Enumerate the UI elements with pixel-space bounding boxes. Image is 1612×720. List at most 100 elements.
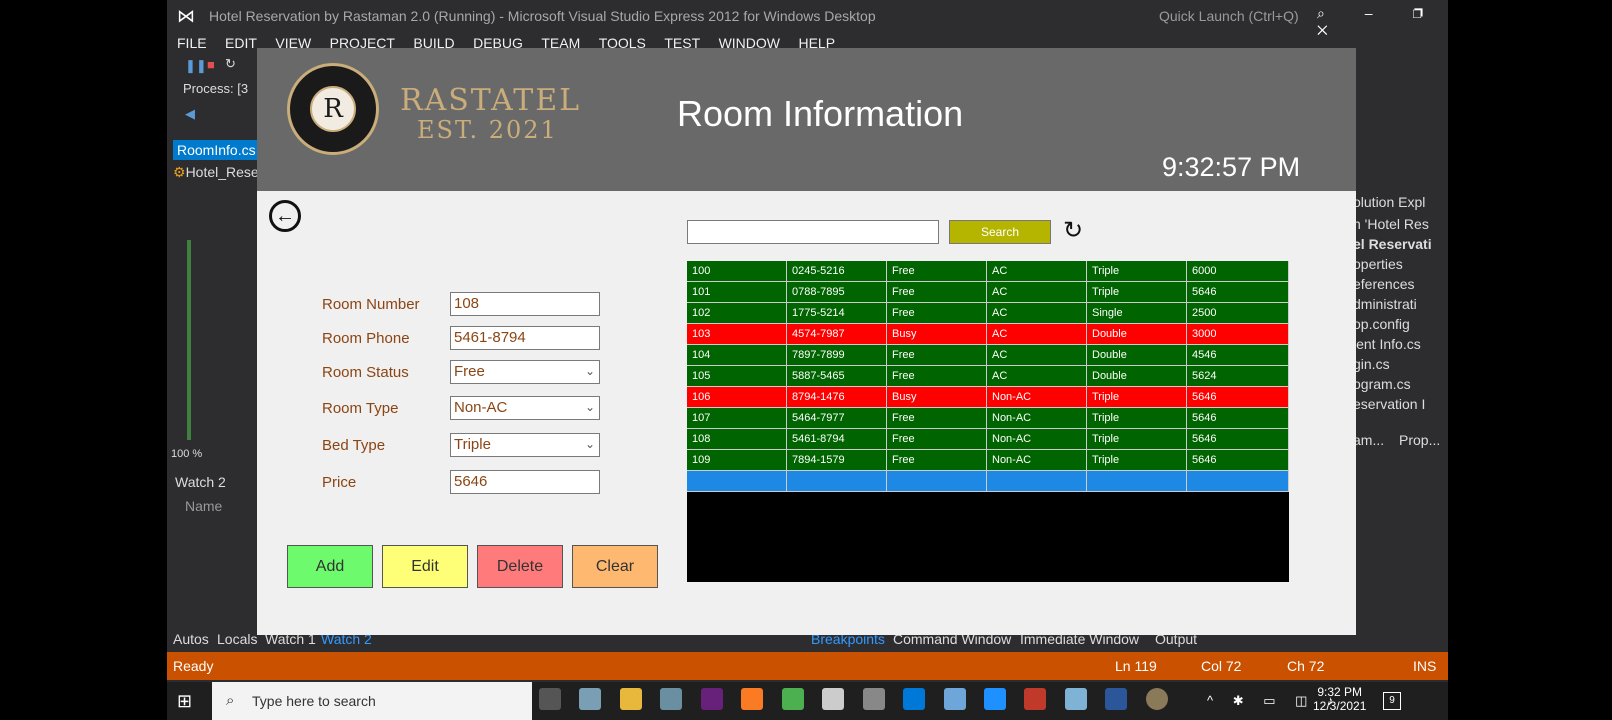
room-number-cell[interactable]: 106: [687, 387, 787, 407]
edit-button[interactable]: Edit: [382, 545, 468, 588]
price-cell[interactable]: 2500: [1187, 303, 1289, 323]
room-number-cell[interactable]: 105: [687, 366, 787, 386]
table-row[interactable]: 102 1775-5214 Free AC Single 2500: [687, 303, 1289, 324]
process-dropdown[interactable]: [3: [237, 81, 248, 96]
xampp-icon[interactable]: [741, 688, 764, 710]
table-row[interactable]: 108 5461-8794 Free Non-AC Triple 5646: [687, 429, 1289, 450]
room-type-cell[interactable]: Non-AC: [987, 429, 1087, 449]
room-phone-cell[interactable]: 7897-7899: [787, 345, 887, 365]
bed-type-cell[interactable]: Triple: [1087, 450, 1187, 470]
room-number-cell[interactable]: 103: [687, 324, 787, 344]
price-cell[interactable]: 5646: [1187, 450, 1289, 470]
bed-type-cell[interactable]: Triple: [1087, 282, 1187, 302]
room-number-cell[interactable]: 104: [687, 345, 787, 365]
empty-cell[interactable]: [687, 471, 787, 491]
room-type-cell[interactable]: AC: [987, 366, 1087, 386]
app-icon-1[interactable]: [579, 688, 602, 710]
room-number-cell[interactable]: 100: [687, 261, 787, 281]
tab-autos[interactable]: Autos: [173, 631, 209, 647]
room-status-cell[interactable]: Free: [887, 408, 987, 428]
bed-type-cell[interactable]: Single: [1087, 303, 1187, 323]
calculator-icon[interactable]: [822, 688, 845, 710]
room-phone-input[interactable]: 5461-8794: [450, 326, 600, 350]
price-cell[interactable]: 3000: [1187, 324, 1289, 344]
room-number-cell[interactable]: 101: [687, 282, 787, 302]
app-icon-5[interactable]: [1024, 688, 1047, 710]
room-type-select[interactable]: Non-AC ⌄: [450, 396, 600, 420]
zoom-level[interactable]: 100 %: [171, 448, 202, 460]
table-row[interactable]: 104 7897-7899 Free AC Double 4546: [687, 345, 1289, 366]
price-cell[interactable]: 5646: [1187, 408, 1289, 428]
chrome-icon[interactable]: [781, 688, 804, 710]
bed-type-cell[interactable]: Triple: [1087, 408, 1187, 428]
price-cell[interactable]: 5646: [1187, 282, 1289, 302]
room-status-cell[interactable]: Free: [887, 303, 987, 323]
room-type-cell[interactable]: AC: [987, 303, 1087, 323]
room-phone-cell[interactable]: 7894-1579: [787, 450, 887, 470]
room-status-select[interactable]: Free ⌄: [450, 360, 600, 384]
room-phone-cell[interactable]: 4574-7987: [787, 324, 887, 344]
app-icon-6[interactable]: [1064, 688, 1087, 710]
bed-type-cell[interactable]: Double: [1087, 366, 1187, 386]
word-icon[interactable]: [1105, 688, 1128, 710]
room-status-cell[interactable]: Free: [887, 282, 987, 302]
clear-button[interactable]: Clear: [572, 545, 658, 588]
restart-icon[interactable]: ↻: [225, 56, 236, 72]
room-status-cell[interactable]: Free: [887, 366, 987, 386]
program-item[interactable]: ogram.cs: [1353, 376, 1411, 392]
bed-type-cell[interactable]: Double: [1087, 324, 1187, 344]
back-arrow-icon[interactable]: ←: [269, 200, 301, 232]
bed-type-cell[interactable]: Triple: [1087, 429, 1187, 449]
table-row[interactable]: 103 4574-7987 Busy AC Double 3000: [687, 324, 1289, 345]
notification-icon[interactable]: 9: [1383, 692, 1401, 710]
room-status-cell[interactable]: Busy: [887, 387, 987, 407]
client-info-item[interactable]: ient Info.cs: [1353, 336, 1421, 352]
room-number-cell[interactable]: 109: [687, 450, 787, 470]
room-type-cell[interactable]: Non-AC: [987, 387, 1087, 407]
table-row[interactable]: 101 0788-7895 Free AC Triple 5646: [687, 282, 1289, 303]
stop-icon[interactable]: ■: [207, 57, 215, 72]
administration-item[interactable]: dministrati: [1353, 296, 1417, 312]
room-number-input[interactable]: 108: [450, 292, 600, 316]
app-icon-2[interactable]: [660, 688, 683, 710]
team-explorer-tab[interactable]: am...: [1353, 432, 1384, 448]
room-type-cell[interactable]: AC: [987, 261, 1087, 281]
search-button[interactable]: Search: [949, 220, 1051, 244]
add-button[interactable]: Add: [287, 545, 373, 588]
room-type-cell[interactable]: AC: [987, 324, 1087, 344]
bed-type-cell[interactable]: Double: [1087, 345, 1187, 365]
room-status-cell[interactable]: Free: [887, 345, 987, 365]
room-type-cell[interactable]: Non-AC: [987, 408, 1087, 428]
login-item[interactable]: gin.cs: [1353, 356, 1390, 372]
app-icon-3[interactable]: [862, 688, 885, 710]
task-view-icon[interactable]: [539, 688, 561, 710]
price-cell[interactable]: 5646: [1187, 387, 1289, 407]
bed-type-cell[interactable]: Triple: [1087, 387, 1187, 407]
taskbar-clock[interactable]: 9:32 PM 12/3/2021: [1313, 685, 1366, 713]
app-config-item[interactable]: op.config: [1353, 316, 1410, 332]
room-status-cell[interactable]: Free: [887, 261, 987, 281]
refresh-icon[interactable]: ↻: [1063, 219, 1087, 244]
references-item[interactable]: eferences: [1353, 276, 1414, 292]
room-type-cell[interactable]: AC: [987, 282, 1087, 302]
room-type-cell[interactable]: AC: [987, 345, 1087, 365]
app-icon-4[interactable]: [943, 688, 966, 710]
empty-cell[interactable]: [1187, 471, 1289, 491]
solution-item[interactable]: n 'Hotel Res: [1353, 216, 1429, 232]
properties-tab[interactable]: Prop...: [1399, 432, 1440, 448]
app-icon-7[interactable]: [1145, 688, 1168, 710]
price-cell[interactable]: 4546: [1187, 345, 1289, 365]
room-status-cell[interactable]: Free: [887, 450, 987, 470]
menu-file[interactable]: FILE: [177, 32, 207, 54]
delete-button[interactable]: Delete: [477, 545, 563, 588]
empty-cell[interactable]: [887, 471, 987, 491]
windows-start-icon[interactable]: ⊞: [177, 692, 195, 710]
nav-bar-class-dropdown[interactable]: ⚙Hotel_Rese: [173, 164, 259, 181]
table-row[interactable]: 105 5887-5465 Free AC Double 5624: [687, 366, 1289, 387]
price-cell[interactable]: 5646: [1187, 429, 1289, 449]
quick-launch-input[interactable]: Quick Launch (Ctrl+Q): [1159, 8, 1299, 24]
empty-cell[interactable]: [787, 471, 887, 491]
tab-locals[interactable]: Locals: [217, 631, 257, 647]
properties-item[interactable]: operties: [1353, 256, 1403, 272]
room-phone-cell[interactable]: 1775-5214: [787, 303, 887, 323]
